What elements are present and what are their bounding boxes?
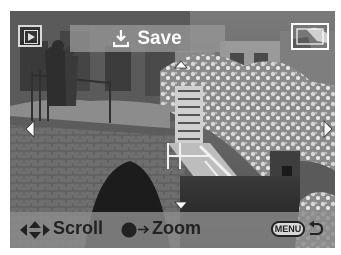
save-icon	[113, 29, 130, 47]
center-button-icon	[121, 222, 137, 238]
menu-label: MENU	[274, 224, 302, 234]
scroll-left-arrow[interactable]	[25, 120, 35, 138]
save-label: Save	[137, 27, 182, 49]
save-button[interactable]: Save	[70, 25, 225, 52]
four-way-scroll-icon	[20, 221, 50, 239]
playback-mode-icon	[18, 25, 42, 47]
scroll-label: Scroll	[53, 218, 104, 238]
return-arrow-icon	[309, 220, 323, 235]
help-bar: Scroll Zoom MENU	[10, 212, 335, 248]
navigation-thumbnail	[291, 23, 329, 50]
scroll-down-arrow[interactable]	[174, 201, 188, 210]
camera-lcd-screen: Save Scroll Zoom MENU	[10, 11, 335, 248]
zoom-label: Zoom	[152, 218, 201, 238]
arrow-right-icon	[138, 225, 150, 234]
scroll-right-arrow[interactable]	[323, 120, 333, 138]
menu-button[interactable]: MENU	[271, 221, 305, 237]
scroll-up-arrow[interactable]	[174, 60, 188, 69]
